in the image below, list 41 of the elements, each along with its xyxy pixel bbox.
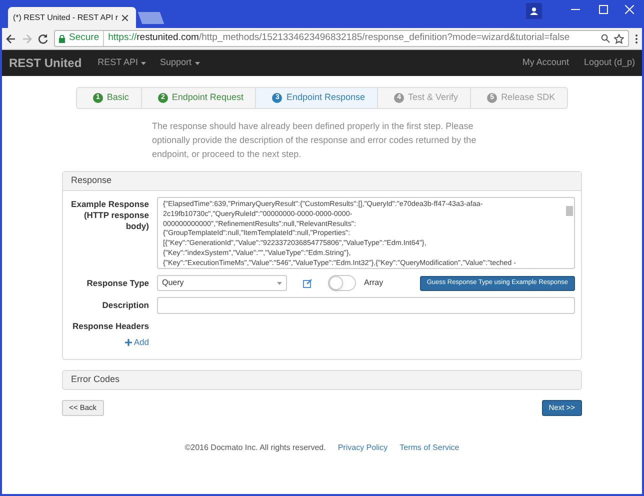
zoom-icon[interactable] [601, 34, 610, 43]
star-icon[interactable] [614, 34, 624, 44]
reload-icon[interactable] [38, 34, 48, 44]
field-label: Example Response (HTTP response body) [70, 198, 149, 233]
nav-menu[interactable]: Support [160, 56, 192, 70]
new-tab-button[interactable] [138, 12, 164, 24]
copyright-text: ©2016 Docmato Inc. All rights reserved. [184, 442, 326, 454]
nav-link[interactable]: My Account [522, 56, 569, 70]
address-bar[interactable]: Secure https://restunited.com/http_methods/1521334623496832185/response_definition?mode=wizard&tutorial=false [54, 30, 629, 47]
description-field[interactable] [157, 297, 575, 314]
footer-link[interactable]: Terms of Service [400, 442, 460, 454]
lock-icon [59, 34, 65, 42]
field-label: Description [101, 299, 149, 312]
field-label: Response Type [86, 276, 149, 290]
add-link[interactable]: Add [134, 336, 149, 348]
minimize-icon[interactable] [571, 9, 580, 11]
array-toggle[interactable] [328, 275, 356, 291]
array-label: Array [364, 277, 384, 289]
scrollbar[interactable] [566, 206, 573, 216]
plus-icon[interactable] [124, 338, 132, 346]
nav-menu[interactable]: REST API [98, 56, 138, 70]
secure-label: Secure [69, 31, 104, 46]
caret-icon [277, 282, 282, 284]
back-arrow-icon[interactable] [6, 34, 16, 44]
response-type-select[interactable]: Query [157, 275, 287, 291]
caret-icon [194, 62, 200, 64]
edit-icon[interactable] [303, 278, 312, 288]
caret-icon [141, 62, 146, 64]
menu-icon[interactable] [635, 34, 638, 44]
profile-icon[interactable] [526, 3, 542, 19]
maximize-icon[interactable] [599, 5, 608, 14]
close-icon[interactable] [122, 14, 128, 20]
nav-link[interactable]: Logout (d_p) [584, 56, 635, 70]
footer-link[interactable]: Privacy Policy [338, 442, 388, 454]
panel-heading[interactable]: Error Codes [62, 370, 582, 390]
intro-text: The response should have already been defined properly in the first step. Please optionally provide the description of the response and error codes returned by the endpoint, or proceed to the next step. [152, 120, 478, 161]
browser-tab[interactable]: (*) REST United - REST API r [8, 7, 136, 28]
field-label: Response Headers [72, 320, 149, 333]
panel-heading: Response [63, 172, 581, 191]
brand-name[interactable]: REST United [9, 54, 82, 72]
url-text: https://restunited.com/http_methods/1521334623496832185/response_definition?mode=wizard&tutorial=false [108, 31, 570, 46]
